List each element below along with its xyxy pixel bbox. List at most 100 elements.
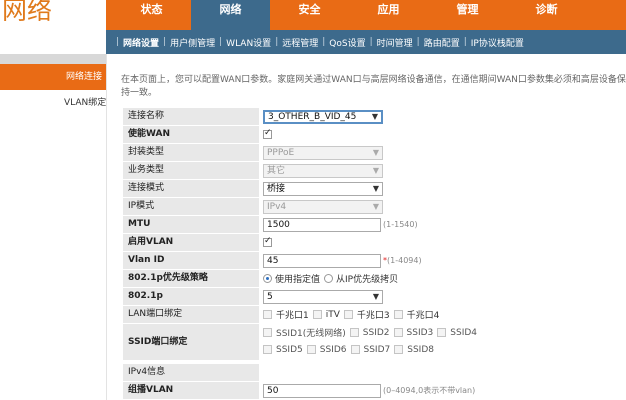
tab-diagnostics[interactable]: 诊断 — [507, 0, 586, 30]
8021p-label: 802.1p — [123, 288, 259, 305]
multicast-vlan-label: 组播VLAN — [123, 382, 259, 399]
ssid6-label: SSID6 — [319, 344, 347, 355]
priority-copy-ip-radio[interactable] — [324, 274, 334, 283]
connection-name-select[interactable]: 3_OTHER_B_VID_45 ▼ — [263, 109, 383, 124]
sub-nav-separator: | — [275, 37, 279, 47]
ssid-binding-label: SSID端口绑定 — [123, 324, 259, 360]
subnav-user-side[interactable]: 用户侧管理 — [170, 36, 215, 49]
connection-name-value: 3_OTHER_B_VID_45 — [268, 111, 357, 122]
enable-wan-label: 使能WAN — [123, 126, 259, 143]
tab-application[interactable]: 应用 — [349, 0, 428, 30]
tab-network[interactable]: 网络 — [191, 0, 270, 30]
main-content: 在本页面上，您可以配置WAN口参数。家庭网关通过WAN口与高层网络设备通信，在通… — [106, 54, 626, 400]
priority-use-specified-radio[interactable] — [263, 274, 272, 283]
sub-nav-separator: | — [463, 37, 467, 47]
tab-management[interactable]: 管理 — [428, 0, 507, 30]
row-enable-vlan: 启用VLAN — [123, 234, 626, 251]
ssid1-label: SSID1(无线网络) — [276, 329, 346, 339]
lan-binding-label: LAN端口绑定 — [123, 306, 259, 323]
sub-nav: | 网络设置 | 用户侧管理 | WLAN设置 | 远程管理 | QoS设置 |… — [106, 30, 626, 54]
ssid2-checkbox[interactable] — [349, 328, 359, 337]
lan-port-1-checkbox[interactable] — [263, 310, 272, 319]
chevron-down-icon: ▼ — [372, 165, 379, 175]
chevron-down-icon: ▼ — [372, 183, 379, 193]
vlan-id-label: Vlan ID — [123, 252, 259, 269]
row-ip-mode: IP模式 IPv4 ▼ — [123, 198, 626, 215]
connection-name-label: 连接名称 — [123, 108, 259, 125]
ip-mode-label: IP模式 — [123, 198, 259, 215]
encapsulation-select[interactable]: PPPoE ▼ — [263, 145, 383, 160]
mtu-input[interactable]: 1500 — [263, 217, 381, 232]
subnav-remote[interactable]: 远程管理 — [282, 36, 318, 49]
row-ssid-binding: SSID端口绑定 SSID1(无线网络) SSID2 SSID3 SSID4 S… — [123, 324, 626, 360]
chevron-down-icon: ▼ — [372, 147, 379, 157]
sub-nav-separator: | — [116, 37, 120, 47]
service-type-select[interactable]: 其它 ▼ — [263, 163, 383, 178]
ssid3-checkbox[interactable] — [393, 328, 403, 337]
chevron-down-icon: ▼ — [372, 201, 379, 211]
subnav-time[interactable]: 时间管理 — [377, 36, 413, 49]
top-header: 网络 状态 网络 安全 应用 管理 诊断 — [0, 0, 626, 30]
row-multicast-vlan: 组播VLAN 50 (0–4094,0表示不带vlan) — [123, 382, 626, 399]
sidebar-top-strip — [0, 54, 106, 64]
ssid7-checkbox[interactable] — [350, 345, 360, 354]
mtu-hint: (1-1540) — [383, 220, 418, 229]
vlan-id-input[interactable]: 45 — [263, 253, 381, 268]
row-priority-policy: 802.1p优先级策略 使用指定值 从IP优先级拷贝 — [123, 270, 626, 287]
subnav-ip-stack[interactable]: IP协议栈配置 — [471, 36, 524, 49]
lan-port-1-label: 千兆口1 — [276, 311, 309, 321]
ssid7-label: SSID7 — [363, 344, 391, 355]
chevron-down-icon: ▼ — [372, 291, 379, 301]
ip-mode-select[interactable]: IPv4 ▼ — [263, 199, 383, 214]
vlan-id-hint: (1-4094) — [387, 256, 422, 265]
encapsulation-value: PPPoE — [267, 147, 295, 158]
priority-use-specified-label: 使用指定值 — [275, 275, 321, 285]
lan-port-3-checkbox[interactable] — [343, 310, 353, 319]
connection-mode-select[interactable]: 桥接 ▼ — [263, 181, 383, 196]
subnav-qos[interactable]: QoS设置 — [329, 36, 365, 49]
sub-nav-separator: | — [163, 37, 167, 47]
ip-mode-value: IPv4 — [267, 201, 287, 212]
row-connection-name: 连接名称 3_OTHER_B_VID_45 ▼ — [123, 108, 626, 125]
row-vlan-id: Vlan ID 45 *(1-4094) — [123, 252, 626, 269]
ssid6-checkbox[interactable] — [306, 345, 316, 354]
ipv4-info-heading: IPv4信息 — [123, 364, 259, 381]
multicast-vlan-input[interactable]: 50 — [263, 383, 381, 398]
ssid3-label: SSID3 — [406, 327, 434, 338]
service-type-value: 其它 — [267, 165, 286, 176]
subnav-network-settings[interactable]: 网络设置 — [123, 36, 159, 49]
sidebar-item-vlan-binding[interactable]: VLAN绑定 — [0, 94, 106, 112]
ssid1-checkbox[interactable] — [263, 328, 272, 337]
intro-text: 在本页面上，您可以配置WAN口参数。家庭网关通过WAN口与高层网络设备通信，在通… — [121, 75, 626, 98]
subnav-wlan[interactable]: WLAN设置 — [226, 36, 271, 49]
ssid5-checkbox[interactable] — [263, 345, 272, 354]
row-8021p: 802.1p 5 ▼ — [123, 288, 626, 305]
service-type-label: 业务类型 — [123, 162, 259, 179]
ssid4-checkbox[interactable] — [437, 328, 447, 337]
enable-vlan-label: 启用VLAN — [123, 234, 259, 251]
8021p-select[interactable]: 5 ▼ — [263, 289, 383, 304]
enable-wan-checkbox[interactable] — [263, 128, 272, 139]
lan-port-itv-checkbox[interactable] — [312, 310, 322, 319]
main-nav: 状态 网络 安全 应用 管理 诊断 — [112, 0, 586, 30]
enable-vlan-checkbox[interactable] — [263, 236, 272, 247]
lan-port-4-label: 千兆口4 — [406, 311, 440, 321]
section-ipv4-info: IPv4信息 — [123, 364, 626, 381]
tab-security[interactable]: 安全 — [270, 0, 349, 30]
subnav-routing[interactable]: 路由配置 — [424, 36, 460, 49]
row-enable-wan: 使能WAN — [123, 126, 626, 143]
sub-nav-separator: | — [219, 37, 223, 47]
sidebar-item-wan-connection[interactable]: 网络连接 — [0, 64, 106, 90]
lan-port-itv-label: iTV — [325, 309, 340, 320]
ssid8-checkbox[interactable] — [394, 345, 404, 354]
lan-port-3-label: 千兆口3 — [356, 311, 390, 321]
8021p-value: 5 — [267, 291, 273, 302]
multicast-vlan-hint: (0–4094,0表示不带vlan) — [383, 386, 476, 395]
sub-nav-separator: | — [322, 37, 326, 47]
brand-logo: 网络 — [0, 0, 106, 30]
tab-status[interactable]: 状态 — [112, 0, 191, 30]
sub-nav-separator: | — [416, 37, 420, 47]
ssid5-label: SSID5 — [276, 344, 303, 355]
row-connection-mode: 连接模式 桥接 ▼ — [123, 180, 626, 197]
lan-port-4-checkbox[interactable] — [393, 310, 403, 319]
